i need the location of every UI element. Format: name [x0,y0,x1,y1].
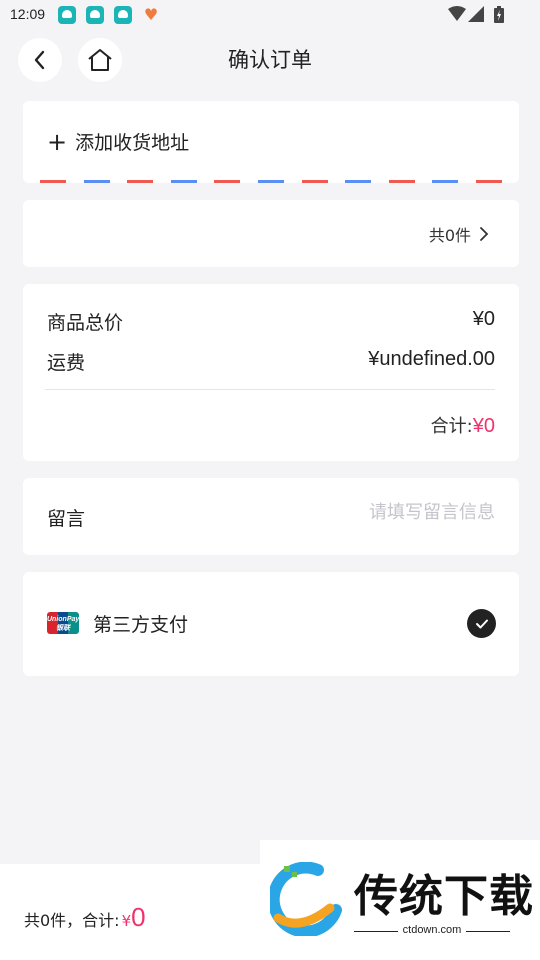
watermark: 传统下载 ctdown.com [260,840,540,960]
plus-icon: + [47,127,68,156]
watermark-url: ctdown.com [354,924,510,936]
goods-total-value: ¥0 [472,308,495,330]
unionpay-logo: UnionPay 银联 [47,612,79,634]
stripe-segment [214,180,241,183]
signal-icon [468,6,484,22]
stripe-segment [388,180,415,183]
message-card: 留言 [23,478,519,555]
stripe-segment [301,180,328,183]
unionpay-logo-text: UnionPay 银联 [47,616,79,632]
price-summary-card: 商品总价 ¥0 运费 ¥undefined.00 合计:¥0 [23,284,519,461]
goods-total-row: 商品总价 ¥0 [47,308,495,335]
status-time: 12:09 [10,6,46,22]
watermark-logo-icon [270,862,342,936]
goods-total-label: 商品总价 [47,312,124,334]
add-address-label: 添加收货地址 [75,132,190,154]
divider [45,389,495,390]
notification-app-icon [114,6,132,24]
bottom-summary-label: 共0件，合计: [24,911,120,930]
shipping-value: ¥undefined.00 [368,348,495,370]
items-card[interactable]: 共0件 [23,200,519,267]
stripe-segment [345,180,372,183]
page-title: 确认订单 [228,48,312,72]
address-stripe [40,180,502,183]
stripe-segment [83,180,110,183]
order-total: 合计:¥0 [431,412,495,438]
stripe-segment [432,180,459,183]
watermark-brand: 传统下载 [354,871,534,922]
total-label: 合计: [430,416,473,437]
payment-selected-radio[interactable] [467,609,496,638]
nav-bar: 确认订单 [0,30,540,90]
bottom-amount: 0 [131,902,146,932]
message-label: 留言 [47,508,86,530]
address-card[interactable]: + 添加收货地址 [23,101,519,183]
bottom-currency: ¥ [121,912,132,930]
shipping-label: 运费 [47,352,86,374]
add-address-button[interactable]: + 添加收货地址 [47,128,189,155]
notification-app-icon [86,6,104,24]
stripe-segment [170,180,197,183]
notification-heart-icon: ♥ [143,5,159,24]
chevron-right-icon [480,227,489,241]
payment-method-label: 第三方支付 [93,614,189,636]
item-count[interactable]: 共0件 [429,222,489,246]
stripe-segment [475,180,502,183]
bottom-total: 共0件，合计: ¥ 0 [24,902,146,933]
notification-app-icon [58,6,76,24]
wifi-icon [448,6,466,21]
checkmark-icon [475,619,488,628]
stripe-segment [257,180,284,183]
total-value: ¥0 [472,415,495,437]
message-input[interactable] [275,502,495,523]
shipping-row: 运费 ¥undefined.00 [47,348,495,375]
item-count-label: 共0件 [428,226,471,245]
stripe-segment [40,180,66,183]
battery-icon [494,6,504,23]
stripe-segment [127,180,154,183]
payment-card[interactable]: UnionPay 银联 第三方支付 [23,572,519,676]
status-bar: 12:09 ♥ [0,0,540,30]
